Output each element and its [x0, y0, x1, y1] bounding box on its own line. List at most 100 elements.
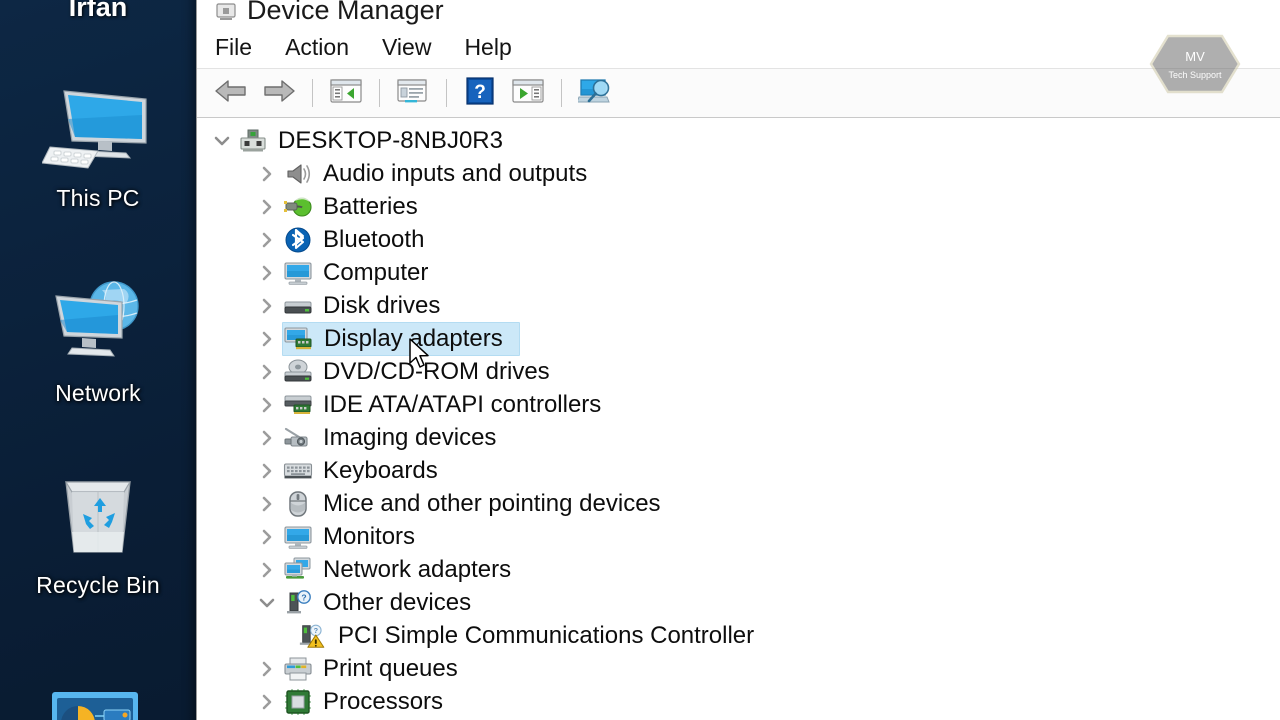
- desktop-icon-label: Network: [55, 380, 141, 406]
- separator-3: [446, 79, 447, 107]
- tree-node-ide-ata-atapi-controllers[interactable]: IDE ATA/ATAPI controllers: [197, 388, 1280, 421]
- computer-node-icon: [238, 126, 268, 156]
- properties-button[interactable]: [389, 73, 437, 113]
- chevron-right-icon[interactable]: [252, 322, 282, 355]
- tree-node-label: Network adapters: [323, 555, 512, 583]
- scan-hardware-icon: [576, 77, 612, 110]
- processor-icon: [283, 687, 313, 717]
- tree-node-desktop[interactable]: DESKTOP-8NBJ0R3: [197, 124, 1280, 157]
- tree-node-network-adapters[interactable]: Network adapters: [197, 553, 1280, 586]
- tree-node-monitors[interactable]: Monitors: [197, 520, 1280, 553]
- tree-node-label: Imaging devices: [323, 423, 497, 451]
- tree-node-computer[interactable]: Computer: [197, 256, 1280, 289]
- tree-node-label: Print queues: [323, 654, 458, 682]
- tree-node-label: Mice and other pointing devices: [323, 489, 661, 517]
- mouse-icon: [283, 489, 313, 519]
- tree-node-label: Disk drives: [323, 291, 441, 319]
- tree-node-label: Keyboards: [323, 456, 438, 484]
- tree-node-label: Audio inputs and outputs: [323, 159, 588, 187]
- tree-node-label: Computer: [323, 258, 429, 286]
- tree-node-print-queues[interactable]: Print queues: [197, 652, 1280, 685]
- svg-text:?: ?: [314, 626, 319, 635]
- separator-4: [561, 79, 562, 107]
- tree-node-processors[interactable]: Processors: [197, 685, 1280, 718]
- tree-node-imaging-devices[interactable]: Imaging devices: [197, 421, 1280, 454]
- help-question-icon: ?: [466, 76, 494, 110]
- monitor-icon: [283, 522, 313, 552]
- tree-node-batteries[interactable]: Batteries: [197, 190, 1280, 223]
- update-driver-button[interactable]: [504, 73, 552, 113]
- tree-node-pci-simple-communications-controller[interactable]: ? PCI Simple Communications Controller: [197, 619, 1280, 652]
- desktop-icon-this-pc[interactable]: This PC: [5, 85, 191, 211]
- computer-monitor-icon: [5, 85, 191, 179]
- separator-1: [312, 79, 313, 107]
- bluetooth-icon: [283, 225, 313, 255]
- tree-node-label: Monitors: [323, 522, 416, 550]
- tree-node-bluetooth[interactable]: Bluetooth: [197, 223, 1280, 256]
- desktop-icon-network[interactable]: Network: [5, 280, 191, 406]
- unknown-device-icon: ?: [283, 588, 313, 618]
- update-driver-icon: [512, 78, 544, 109]
- taskbar-disk-management-icon[interactable]: [50, 690, 140, 720]
- tree-node-label: Other devices: [323, 588, 472, 616]
- forward-arrow-icon: [262, 78, 296, 109]
- printer-icon: [283, 654, 313, 684]
- display-adapter-icon: [284, 324, 314, 354]
- menu-item-help[interactable]: Help: [464, 32, 528, 63]
- toolbar: ?: [197, 68, 1280, 118]
- scan-for-hardware-changes-button[interactable]: [571, 73, 619, 113]
- battery-icon: [283, 192, 313, 222]
- tree-node-keyboards[interactable]: Keyboards: [197, 454, 1280, 487]
- chevron-down-icon[interactable]: [252, 586, 282, 619]
- svg-text:?: ?: [474, 82, 486, 103]
- chevron-right-icon[interactable]: [252, 421, 282, 454]
- console-tree-icon: [330, 78, 362, 109]
- chevron-right-icon[interactable]: [252, 190, 282, 223]
- menu-item-file[interactable]: File: [215, 32, 269, 63]
- menu-item-action[interactable]: Action: [285, 32, 366, 63]
- chevron-right-icon[interactable]: [252, 388, 282, 421]
- speaker-icon: [283, 159, 313, 189]
- chevron-down-icon[interactable]: [207, 124, 237, 157]
- back-button[interactable]: [207, 73, 255, 113]
- properties-icon: [397, 78, 429, 109]
- tree-node-other-devices[interactable]: ? Other devices: [197, 586, 1280, 619]
- ide-controller-icon: [283, 390, 313, 420]
- tree-node-audio-inputs-and-outputs[interactable]: Audio inputs and outputs: [197, 157, 1280, 190]
- device-tree[interactable]: DESKTOP-8NBJ0R3 Audio inputs and outputs: [197, 118, 1280, 720]
- tree-node-display-adapters[interactable]: Display adapters: [197, 321, 1280, 356]
- tree-node-disk-drives[interactable]: Disk drives: [197, 289, 1280, 322]
- desktop-icon-recycle-bin[interactable]: Recycle Bin: [5, 468, 191, 598]
- forward-button[interactable]: [255, 73, 303, 113]
- menu-bar: File Action View Help: [197, 26, 1280, 68]
- tree-node-label: DESKTOP-8NBJ0R3: [278, 126, 503, 154]
- chevron-right-icon[interactable]: [252, 223, 282, 256]
- chevron-right-icon[interactable]: [252, 157, 282, 190]
- show-hide-console-tree-button[interactable]: [322, 73, 370, 113]
- help-button[interactable]: ?: [456, 73, 504, 113]
- chevron-right-icon[interactable]: [252, 256, 282, 289]
- chevron-right-icon[interactable]: [252, 553, 282, 586]
- network-globe-icon: [5, 280, 191, 374]
- svg-text:?: ?: [301, 592, 306, 602]
- desktop-user-name: Irfan: [68, 0, 128, 22]
- chevron-right-icon[interactable]: [252, 652, 282, 685]
- chevron-right-icon[interactable]: [252, 520, 282, 553]
- desktop-icon-label: This PC: [56, 185, 140, 211]
- chevron-right-icon[interactable]: [252, 289, 282, 322]
- tree-node-label: Processors: [323, 687, 444, 715]
- menu-item-view[interactable]: View: [382, 32, 448, 63]
- tree-node-label: IDE ATA/ATAPI controllers: [323, 390, 602, 418]
- recycle-bin-icon: [5, 468, 191, 566]
- window-titlebar: Device Manager: [197, 0, 1280, 26]
- tree-node-mice-and-other-pointing-devices[interactable]: Mice and other pointing devices: [197, 487, 1280, 520]
- chevron-right-icon[interactable]: [252, 487, 282, 520]
- chevron-right-icon[interactable]: [252, 355, 282, 388]
- camera-icon: [283, 423, 313, 453]
- chevron-right-icon[interactable]: [252, 454, 282, 487]
- tree-node-dvd-cd-rom-drives[interactable]: DVD/CD-ROM drives: [197, 355, 1280, 388]
- desktop-icon-column: Irfan This PC Network Recycle Bin: [0, 0, 196, 720]
- monitor-icon: [283, 258, 313, 288]
- keyboard-icon: [283, 456, 313, 486]
- chevron-right-icon[interactable]: [252, 685, 282, 718]
